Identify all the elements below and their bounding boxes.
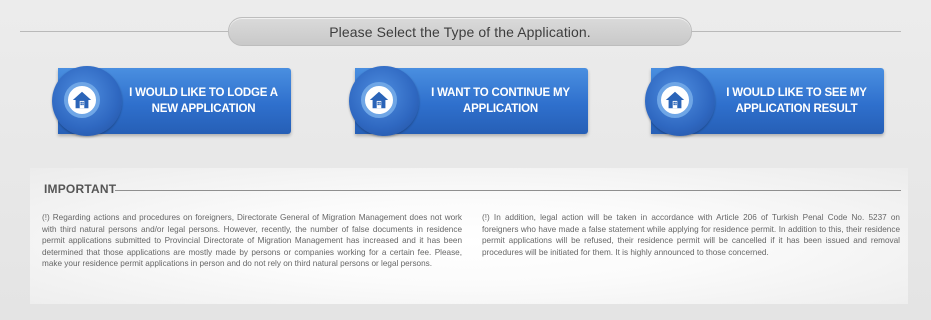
important-heading: IMPORTANT: [44, 182, 117, 196]
house-icon: [361, 82, 397, 118]
important-notice-left: (!) Regarding actions and procedures on …: [42, 213, 462, 269]
see-application-result-button[interactable]: I WOULD LIKE TO SEE MY APPLICATION RESUL…: [645, 66, 884, 136]
page: Please Select the Type of the Applicatio…: [0, 0, 931, 320]
continue-application-button[interactable]: I WANT TO CONTINUE MY APPLICATION: [349, 66, 588, 136]
house-icon: [64, 82, 100, 118]
continue-application-label: I WANT TO CONTINUE MY APPLICATION: [431, 87, 570, 115]
button-circle-badge: [52, 66, 122, 136]
button-circle-badge: [645, 66, 715, 136]
button-circle-badge: [349, 66, 419, 136]
lodge-new-application-label: I WOULD LIKE TO LODGE A NEW APPLICATION: [129, 87, 278, 115]
see-application-result-label: I WOULD LIKE TO SEE MY APPLICATION RESUL…: [726, 87, 867, 115]
important-notice-right: (!) In addition, legal action will be ta…: [482, 213, 900, 257]
important-divider: [115, 190, 901, 191]
house-icon: [657, 82, 693, 118]
lodge-new-application-button[interactable]: I WOULD LIKE TO LODGE A NEW APPLICATION: [52, 66, 291, 136]
page-title: Please Select the Type of the Applicatio…: [329, 23, 591, 40]
page-title-pill: Please Select the Type of the Applicatio…: [228, 17, 692, 46]
